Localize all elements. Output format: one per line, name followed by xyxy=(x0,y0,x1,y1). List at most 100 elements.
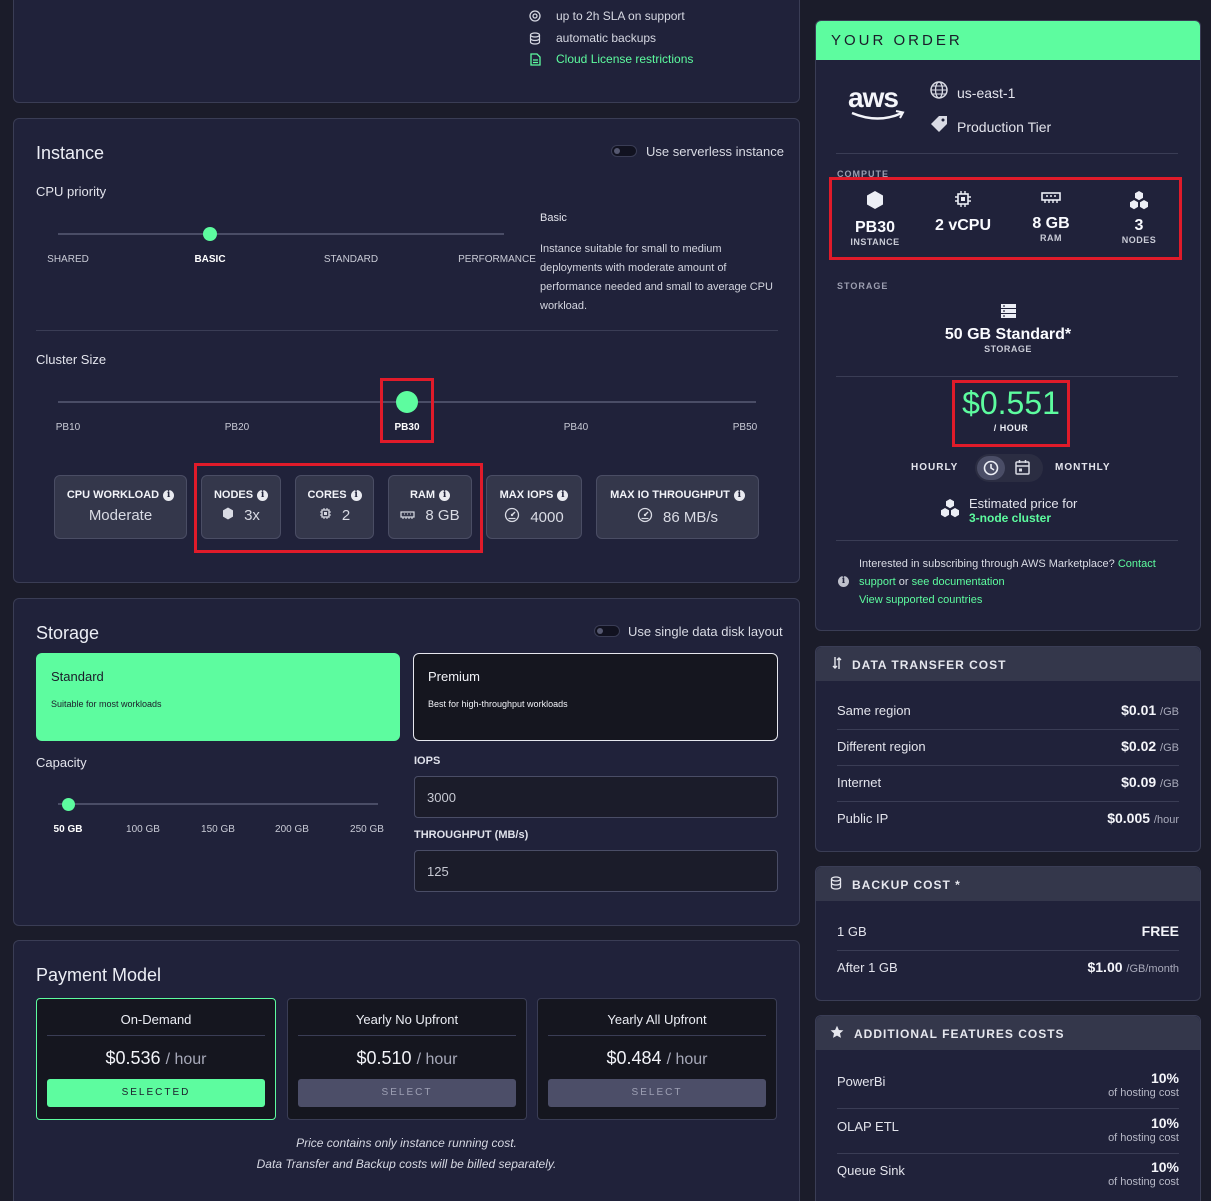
divider xyxy=(837,950,1179,951)
tag-icon xyxy=(930,115,948,138)
payment-unit: / hour xyxy=(666,1051,708,1068)
capacity-track[interactable] xyxy=(58,803,378,805)
globe-icon xyxy=(930,81,948,104)
iops-input[interactable]: 3000 xyxy=(414,776,778,818)
single-disk-toggle[interactable] xyxy=(594,625,620,637)
calendar-icon[interactable] xyxy=(1015,459,1030,480)
stat-cpu-workload: CPU WORKLOAD i Moderate xyxy=(54,475,187,539)
cluster-option-pb20[interactable]: PB20 xyxy=(225,422,249,433)
payment-note-2: Data Transfer and Backup costs will be b… xyxy=(256,1157,557,1171)
transfer-icon xyxy=(832,656,842,673)
cpu-desc-title: Basic xyxy=(540,212,567,224)
estimate-row: Estimated price for 3-node cluster xyxy=(940,496,1077,525)
row-unit: /GB xyxy=(1160,706,1179,718)
info-icon: i xyxy=(838,576,849,587)
billing-period-toggle[interactable] xyxy=(975,454,1043,482)
selected-button[interactable]: SELECTED xyxy=(47,1079,265,1107)
capacity-knob[interactable] xyxy=(62,798,75,811)
tier-standard[interactable]: Standard Suitable for most workloads xyxy=(36,653,400,741)
support-link[interactable]: support xyxy=(859,576,896,588)
feature-license-link[interactable]: Cloud License restrictions xyxy=(528,52,693,66)
database-icon xyxy=(528,31,542,45)
stat-title: MAX IO THROUGHPUT xyxy=(610,489,730,501)
row-label: 1 GB xyxy=(837,923,867,939)
row-unit: /GB/month xyxy=(1126,963,1179,975)
feature-cost-row: OLAP ETL 10% of hosting cost xyxy=(837,1115,1179,1149)
cluster-option-pb10[interactable]: PB10 xyxy=(56,422,80,433)
tier-name: Standard xyxy=(51,669,104,684)
feature-text: automatic backups xyxy=(556,31,657,45)
serverless-label: Use serverless instance xyxy=(646,144,784,159)
tier-premium[interactable]: Premium Best for high-throughput workloa… xyxy=(413,653,778,741)
serverless-toggle[interactable] xyxy=(611,145,637,157)
monthly-label: MONTHLY xyxy=(1055,462,1111,473)
row-unit: /hour xyxy=(1153,814,1179,826)
capacity-option-250[interactable]: 250 GB xyxy=(350,824,384,835)
feature-text[interactable]: Cloud License restrictions xyxy=(556,52,693,66)
storage-value: 50 GB Standard* xyxy=(944,326,1072,343)
contact-support-link[interactable]: Contact xyxy=(1118,558,1156,570)
row-value: $0.09 xyxy=(1121,774,1157,790)
row-sub: of hosting cost xyxy=(1108,1176,1179,1188)
payment-price: $0.484 xyxy=(606,1048,662,1068)
row-value: 10% xyxy=(1150,1115,1179,1131)
transfer-row: Same region $0.01 /GB xyxy=(837,702,1179,718)
capacity-option-100[interactable]: 100 GB xyxy=(126,824,160,835)
info-icon[interactable]: i xyxy=(557,489,569,501)
divider xyxy=(836,540,1178,541)
feature-cost-row: Queue Sink 10% of hosting cost xyxy=(837,1159,1179,1193)
throughput-input[interactable]: 125 xyxy=(414,850,778,892)
estimate-link[interactable]: 3-node cluster xyxy=(969,511,1077,525)
info-icon[interactable]: i xyxy=(733,489,745,501)
storage-label: STORAGE xyxy=(837,281,889,291)
select-button[interactable]: SELECT xyxy=(298,1079,516,1107)
star-icon xyxy=(830,1025,844,1042)
backup-row: 1 GB FREE xyxy=(837,923,1179,939)
payment-unit: / hour xyxy=(165,1051,207,1068)
cpu-priority-knob[interactable] xyxy=(203,227,217,241)
payment-yearly-all-upfront[interactable]: Yearly All Upfront $0.484 / hour SELECT xyxy=(537,998,777,1120)
clock-icon[interactable] xyxy=(977,456,1005,480)
select-button[interactable]: SELECT xyxy=(548,1079,766,1107)
info-icon[interactable]: i xyxy=(163,489,175,501)
feature-cost-row: PowerBi 10% of hosting cost xyxy=(837,1070,1179,1104)
tier-desc: Suitable for most workloads xyxy=(51,699,162,709)
transfer-row: Internet $0.09 /GB xyxy=(837,774,1179,790)
payment-on-demand[interactable]: On-Demand $0.536 / hour SELECTED xyxy=(36,998,276,1120)
throughput-label: THROUGHPUT (MB/s) xyxy=(414,829,529,841)
divider xyxy=(836,153,1178,154)
cpu-option-performance[interactable]: PERFORMANCE xyxy=(458,254,536,265)
gauge-icon xyxy=(637,507,653,527)
cluster-option-pb50[interactable]: PB50 xyxy=(733,422,757,433)
cluster-option-pb40[interactable]: PB40 xyxy=(564,422,588,433)
supported-countries-link[interactable]: View supported countries xyxy=(859,594,982,606)
see-documentation-link[interactable]: see documentation xyxy=(912,576,1005,588)
cpu-priority-track[interactable] xyxy=(58,233,504,235)
row-value: $1.00 xyxy=(1087,959,1123,975)
capacity-option-200[interactable]: 200 GB xyxy=(275,824,309,835)
cpu-option-basic[interactable]: BASIC xyxy=(194,254,225,265)
payment-price: $0.536 xyxy=(105,1048,161,1068)
highlight-box-compute xyxy=(829,177,1182,260)
row-sub: of hosting cost xyxy=(1108,1087,1179,1099)
additional-title: ADDITIONAL FEATURES COSTS xyxy=(854,1026,1065,1041)
row-unit: /GB xyxy=(1160,742,1179,754)
payment-yearly-no-upfront[interactable]: Yearly No Upfront $0.510 / hour SELECT xyxy=(287,998,527,1120)
backup-title-row: BACKUP COST * xyxy=(830,876,961,893)
capacity-option-150[interactable]: 150 GB xyxy=(201,824,235,835)
order-title: YOUR ORDER xyxy=(831,32,963,49)
marketplace-text: Interested in subscribing through AWS Ma… xyxy=(859,558,1115,570)
capacity-option-50[interactable]: 50 GB xyxy=(54,824,83,835)
payment-unit: / hour xyxy=(416,1051,458,1068)
region-text: us-east-1 xyxy=(957,84,1016,101)
payment-name: Yearly All Upfront xyxy=(548,1012,766,1036)
row-label: PowerBi xyxy=(837,1074,886,1089)
feature-text: up to 2h SLA on support xyxy=(556,9,685,23)
row-label: Queue Sink xyxy=(837,1163,905,1178)
tier-text: Production Tier xyxy=(957,118,1052,135)
marketplace-note: Interested in subscribing through AWS Ma… xyxy=(859,555,1179,609)
row-label: Internet xyxy=(837,774,882,790)
cpu-option-standard[interactable]: STANDARD xyxy=(324,254,378,265)
row-label: After 1 GB xyxy=(837,959,898,975)
cpu-option-shared[interactable]: SHARED xyxy=(47,254,89,265)
